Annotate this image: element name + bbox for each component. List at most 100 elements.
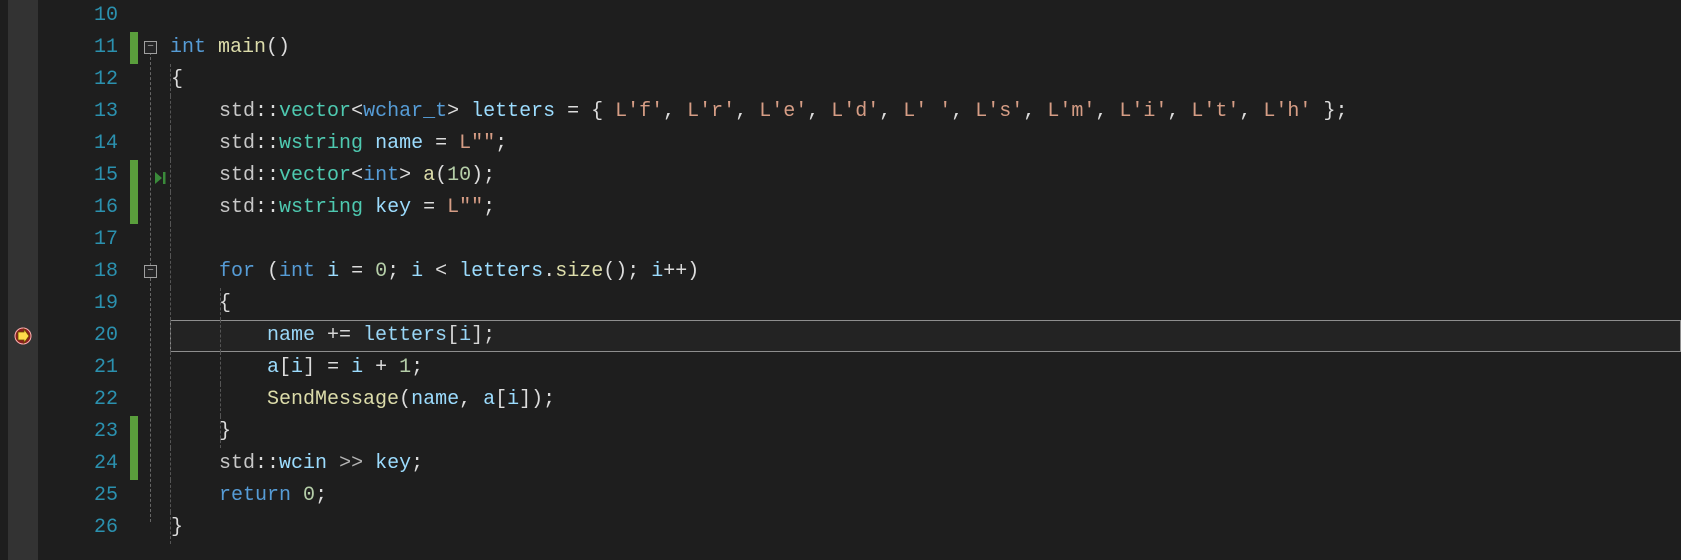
code-token: i xyxy=(459,324,471,347)
line-number[interactable]: 11 xyxy=(38,32,130,64)
change-indicator xyxy=(130,32,138,64)
code-token: { xyxy=(171,68,183,91)
indent-guide xyxy=(220,288,221,320)
code-area[interactable]: int main(){ std::vector<wchar_t> letters… xyxy=(170,0,1681,560)
line-number[interactable]: 20 xyxy=(38,320,130,352)
breakpoint-gutter[interactable] xyxy=(8,0,38,560)
code-token: wstring xyxy=(279,196,363,219)
code-token: ( xyxy=(255,260,279,283)
code-token: size xyxy=(555,260,603,283)
code-token: key xyxy=(375,452,411,475)
code-line[interactable]: SendMessage(name, a[i]); xyxy=(170,384,1681,416)
code-token xyxy=(171,196,219,219)
code-token: i xyxy=(651,260,663,283)
code-token: wchar_t xyxy=(363,100,447,123)
code-line[interactable]: } xyxy=(170,416,1681,448)
code-line[interactable]: { xyxy=(170,64,1681,96)
code-token: L'm' xyxy=(1047,100,1095,123)
line-number[interactable]: 18 xyxy=(38,256,130,288)
code-token: wcin xyxy=(279,452,327,475)
code-line[interactable]: int main() xyxy=(170,32,1681,64)
code-line[interactable]: a[i] = i + 1; xyxy=(170,352,1681,384)
outlining-margin[interactable]: −− xyxy=(130,0,170,544)
code-token: , xyxy=(807,100,831,123)
code-token: ( xyxy=(435,164,447,187)
code-token: i xyxy=(411,260,423,283)
code-token: L'e' xyxy=(759,100,807,123)
code-line[interactable]: std::wstring key = L""; xyxy=(170,192,1681,224)
indent-guide xyxy=(220,320,221,352)
code-token: [ xyxy=(495,388,507,411)
code-token: std xyxy=(219,164,255,187)
code-token: ; xyxy=(315,484,327,507)
code-token: [ xyxy=(447,324,459,347)
line-number[interactable]: 24 xyxy=(38,448,130,480)
line-number[interactable]: 26 xyxy=(38,512,130,544)
indent-guide xyxy=(170,416,171,448)
code-line[interactable]: std::vector<int> a(10); xyxy=(170,160,1681,192)
current-statement-icon xyxy=(14,327,32,345)
line-number[interactable]: 25 xyxy=(38,480,130,512)
code-token: > xyxy=(399,164,423,187)
line-number[interactable]: 15 xyxy=(38,160,130,192)
code-token: :: xyxy=(255,196,279,219)
code-line[interactable]: for (int i = 0; i < letters.size(); i++) xyxy=(170,256,1681,288)
line-number-gutter[interactable]: 1011121314151617181920212223242526 xyxy=(38,0,130,560)
line-number[interactable]: 17 xyxy=(38,224,130,256)
code-line[interactable]: std::wcin >> key; xyxy=(170,448,1681,480)
code-token: ++) xyxy=(663,260,699,283)
line-number[interactable]: 10 xyxy=(38,0,130,32)
code-token: ); xyxy=(471,164,495,187)
code-line[interactable] xyxy=(170,224,1681,256)
code-token: a xyxy=(423,164,435,187)
code-line[interactable]: name += letters[i]; xyxy=(170,320,1681,352)
code-token xyxy=(171,324,267,347)
code-line[interactable]: std::vector<wchar_t> letters = { L'f', L… xyxy=(170,96,1681,128)
code-line[interactable]: { xyxy=(170,288,1681,320)
fold-toggle-icon[interactable]: − xyxy=(144,41,157,54)
code-line[interactable] xyxy=(170,0,1681,32)
line-number[interactable]: 14 xyxy=(38,128,130,160)
code-token: = xyxy=(423,132,459,155)
line-number[interactable]: 13 xyxy=(38,96,130,128)
outline-line xyxy=(150,52,151,522)
code-token: , xyxy=(1167,100,1191,123)
indent-guide xyxy=(170,352,171,384)
code-token: ; xyxy=(495,132,507,155)
line-number[interactable]: 21 xyxy=(38,352,130,384)
code-token: a xyxy=(483,388,495,411)
code-token: int xyxy=(279,260,315,283)
line-number[interactable]: 23 xyxy=(38,416,130,448)
code-line[interactable]: } xyxy=(170,512,1681,544)
code-line[interactable]: return 0; xyxy=(170,480,1681,512)
code-token: SendMessage xyxy=(267,388,399,411)
code-token: += xyxy=(315,324,363,347)
fold-toggle-icon[interactable]: − xyxy=(144,265,157,278)
code-editor[interactable]: 1011121314151617181920212223242526 −− in… xyxy=(0,0,1681,560)
code-token xyxy=(171,132,219,155)
line-number[interactable]: 22 xyxy=(38,384,130,416)
run-to-click-icon[interactable] xyxy=(154,169,170,183)
code-token: ]); xyxy=(519,388,555,411)
code-token: } xyxy=(171,420,231,443)
indent-guide xyxy=(170,160,171,192)
code-token: + xyxy=(363,356,399,379)
code-token: :: xyxy=(255,164,279,187)
indent-guide xyxy=(170,64,171,96)
code-token: (); xyxy=(603,260,651,283)
indent-guide xyxy=(170,448,171,480)
indent-guide xyxy=(170,512,171,544)
code-line[interactable]: std::wstring name = L""; xyxy=(170,128,1681,160)
line-number[interactable]: 19 xyxy=(38,288,130,320)
code-token: wstring xyxy=(279,132,363,155)
line-number[interactable]: 16 xyxy=(38,192,130,224)
code-token: < xyxy=(423,260,459,283)
code-token xyxy=(171,452,219,475)
code-token xyxy=(171,356,267,379)
change-indicator xyxy=(130,160,138,224)
code-token: , xyxy=(663,100,687,123)
code-token: letters xyxy=(471,100,555,123)
indent-guide xyxy=(170,224,171,256)
code-token: int xyxy=(170,36,218,59)
line-number[interactable]: 12 xyxy=(38,64,130,96)
